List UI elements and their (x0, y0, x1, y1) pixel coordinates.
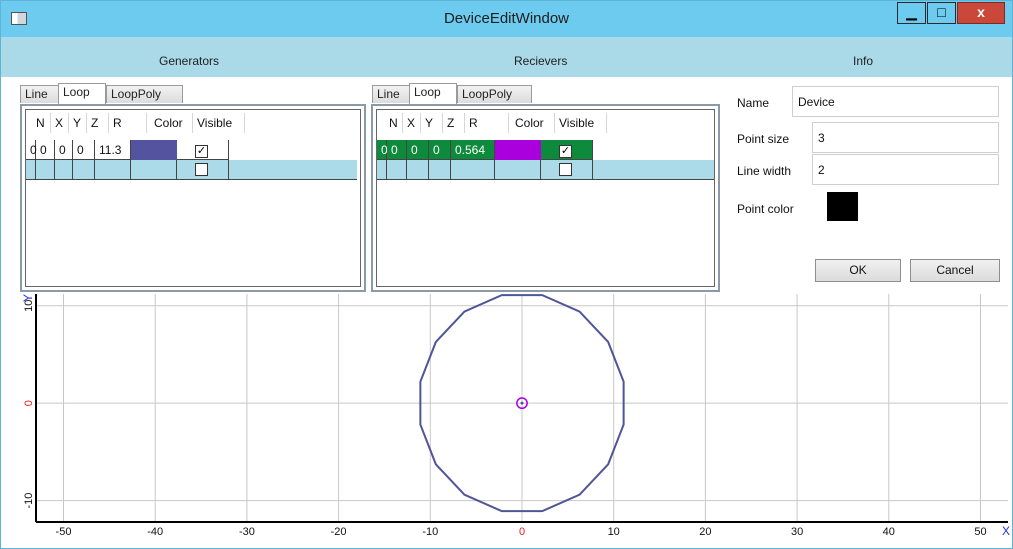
line-width-field[interactable]: 2 (812, 154, 999, 185)
x-tick-label: 30 (791, 526, 803, 538)
title-bar[interactable]: DeviceEditWindow ▁ □ x (1, 1, 1012, 37)
x-tick-label: -50 (56, 526, 72, 538)
rec-new-visible-checkbox[interactable] (559, 163, 572, 176)
info-header: Info (853, 54, 874, 68)
receivers-grid: N X Y Z R Color Visible 0 0 0 0 0.564 ✓ (376, 109, 715, 287)
generators-tab-line[interactable]: Line (20, 85, 59, 103)
gen-col-n[interactable]: N (26, 113, 51, 133)
gen-col-visible[interactable]: Visible (193, 113, 245, 133)
rec-cell-x[interactable]: 0 (387, 140, 407, 160)
rec-cell-r[interactable]: 0.564 (451, 140, 495, 160)
receivers-header: Recievers (514, 54, 568, 68)
rec-new-visible-cell[interactable] (541, 160, 593, 180)
x-tick-label: -20 (331, 526, 347, 538)
x-tick-label: -10 (422, 526, 438, 538)
plot-canvas[interactable]: -50 -40 -30 -20 -10 0 10 20 30 40 50100-10XY (19, 294, 1011, 548)
receivers-tab-looppoly[interactable]: LoopPoly (457, 85, 532, 103)
gen-col-r[interactable]: R (109, 113, 147, 133)
x-tick-label: 20 (699, 526, 711, 538)
rec-cell-color[interactable] (495, 140, 541, 160)
x-tick-label: -40 (147, 526, 163, 538)
x-tick-label: 40 (883, 526, 895, 538)
rec-col-y[interactable]: Y (421, 113, 443, 133)
generators-tab-looppoly[interactable]: LoopPoly (106, 85, 183, 103)
gen-cell-n[interactable]: 0 (26, 140, 37, 160)
name-field[interactable]: Device (792, 86, 999, 117)
rec-col-z[interactable]: Z (443, 113, 465, 133)
rec-color-swatch (495, 140, 541, 160)
point-size-field[interactable]: 3 (812, 122, 999, 153)
point-size-label: Point size (737, 132, 790, 146)
y-axis-label: Y (21, 294, 35, 302)
device-edit-window: DeviceEditWindow ▁ □ x Generators Reciev… (0, 0, 1013, 549)
rec-col-color[interactable]: Color (509, 113, 555, 133)
rec-col-visible[interactable]: Visible (555, 113, 607, 133)
gen-cell-x[interactable]: 0 (36, 140, 55, 160)
receivers-tab-loop[interactable]: Loop (409, 83, 457, 104)
receivers-tab-line[interactable]: Line (372, 85, 410, 103)
gen-col-x[interactable]: X (51, 113, 69, 133)
generators-header: Generators (159, 54, 220, 68)
close-button[interactable]: x (957, 2, 1005, 24)
gen-col-color[interactable]: Color (147, 113, 193, 133)
x-axis-label: X (1002, 524, 1010, 538)
generators-grid: N X Y Z R Color Visible 0 0 0 0 11.3 ✓ (25, 109, 361, 287)
generators-table-row[interactable]: 0 0 0 0 11.3 ✓ (26, 140, 229, 160)
gen-cell-color[interactable] (131, 140, 177, 160)
rec-col-r[interactable]: R (465, 113, 509, 133)
window-title: DeviceEditWindow (443, 10, 570, 27)
name-label: Name (737, 96, 770, 110)
generators-tabs: Line Loop LoopPoly (20, 83, 220, 104)
receivers-table-row[interactable]: 0 0 0 0 0.564 ✓ (377, 140, 593, 160)
gen-cell-z[interactable]: 0 (73, 140, 95, 160)
gen-new-visible-checkbox[interactable] (195, 163, 208, 176)
x-tick-label: -30 (239, 526, 255, 538)
receivers-tabs: Line Loop LoopPoly (372, 83, 572, 104)
receivers-panel: N X Y Z R Color Visible 0 0 0 0 0.564 ✓ (371, 104, 720, 292)
rec-visible-checkbox[interactable]: ✓ (559, 145, 572, 158)
rec-col-x[interactable]: X (403, 113, 421, 133)
y-tick-label: 0 (23, 400, 35, 406)
ok-button[interactable]: OK (815, 259, 901, 282)
gen-color-swatch (131, 140, 177, 160)
gen-new-visible-cell[interactable] (177, 160, 229, 180)
generators-header-row: N X Y Z R Color Visible (26, 113, 245, 133)
center-point (520, 401, 524, 405)
gen-col-y[interactable]: Y (69, 113, 87, 133)
rec-cell-n[interactable]: 0 (377, 140, 388, 160)
x-tick-label: 0 (519, 526, 525, 538)
y-tick-label: -10 (23, 493, 35, 509)
gen-col-z[interactable]: Z (87, 113, 109, 133)
x-tick-label: 10 (608, 526, 620, 538)
gen-cell-y[interactable]: 0 (55, 140, 73, 160)
generators-new-row[interactable] (26, 160, 357, 180)
rec-col-n[interactable]: N (377, 113, 403, 133)
generators-panel: N X Y Z R Color Visible 0 0 0 0 11.3 ✓ (20, 104, 366, 292)
point-color-swatch[interactable] (827, 192, 858, 221)
line-width-label: Line width (737, 164, 792, 178)
gen-visible-checkbox[interactable]: ✓ (195, 145, 208, 158)
receivers-new-row[interactable] (377, 160, 714, 180)
gen-cell-visible[interactable]: ✓ (177, 140, 229, 160)
rec-cell-visible[interactable]: ✓ (541, 140, 593, 160)
minimize-button[interactable]: ▁ (897, 2, 926, 24)
receivers-header-row: N X Y Z R Color Visible (377, 113, 607, 133)
section-header-bar: Generators Recievers Info (1, 37, 1012, 77)
rec-cell-z[interactable]: 0 (429, 140, 451, 160)
maximize-button[interactable]: □ (927, 2, 956, 24)
cancel-button[interactable]: Cancel (910, 259, 1000, 282)
generators-tab-loop[interactable]: Loop (58, 83, 106, 104)
rec-cell-y[interactable]: 0 (407, 140, 429, 160)
point-color-label: Point color (737, 202, 794, 216)
gen-cell-r[interactable]: 11.3 (95, 140, 131, 160)
x-tick-label: 50 (974, 526, 986, 538)
